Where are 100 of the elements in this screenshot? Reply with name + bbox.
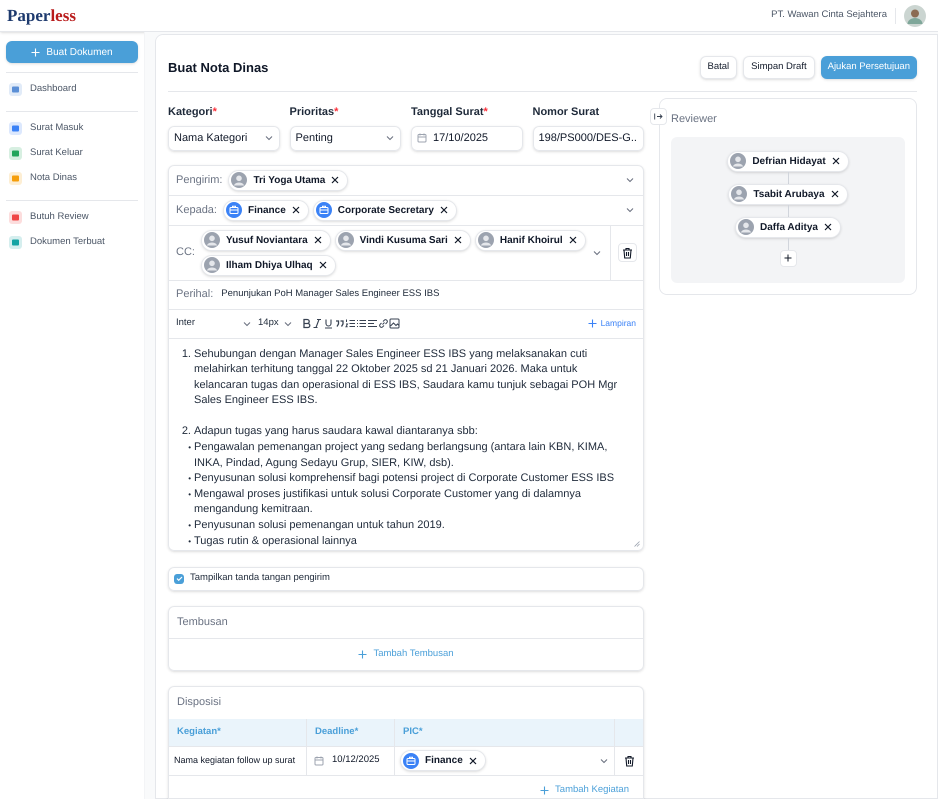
bullet-item: Tugas rutin & operasional lainnya: [193, 534, 358, 549]
person-chip[interactable]: Tri Yoga Utama: [228, 170, 348, 190]
image-icon[interactable]: [388, 318, 400, 329]
column-header: PIC*: [395, 718, 615, 746]
checkbox[interactable]: [174, 574, 184, 584]
plus-icon: [358, 650, 368, 658]
collapse-button[interactable]: [650, 108, 667, 125]
menu-icon: [9, 211, 22, 224]
numbered-list-icon[interactable]: [344, 318, 356, 329]
input-field[interactable]: 198/PS000/DES-G...: [532, 126, 644, 150]
dropdown-field[interactable]: Nama Kategori: [168, 126, 280, 150]
remove-icon[interactable]: [824, 223, 832, 231]
remove-icon[interactable]: [440, 206, 448, 214]
avatar-icon: [204, 257, 220, 273]
trash-icon: [622, 246, 632, 258]
sidebar-item[interactable]: Dashboard: [6, 77, 138, 102]
recipient-label: Pengirim:: [176, 172, 222, 188]
sidebar-item[interactable]: Nota Dinas: [6, 166, 138, 191]
remove-icon[interactable]: [454, 236, 462, 244]
person-chip[interactable]: Defrian Hidayat: [727, 150, 849, 172]
user-avatar-icon[interactable]: [904, 4, 926, 26]
section-title: Disposisi: [176, 695, 222, 710]
list-bullet: •: [187, 536, 191, 548]
remove-icon[interactable]: [830, 190, 839, 198]
font-dropdown[interactable]: Inter: [176, 316, 252, 331]
font-size-dropdown[interactable]: 14px: [258, 316, 293, 331]
calendar-icon: [314, 756, 324, 766]
company-name: PT. Wawan Cinta Sejahtera: [771, 8, 887, 22]
remove-icon[interactable]: [318, 261, 327, 269]
avatar-icon: [738, 219, 754, 235]
plus-icon: [784, 254, 792, 262]
remove-icon[interactable]: [468, 756, 477, 764]
plus-icon: [540, 786, 550, 795]
delete-icon[interactable]: [624, 754, 634, 766]
remove-icon[interactable]: [331, 176, 340, 184]
avatar-icon: [730, 153, 746, 169]
subject-field[interactable]: Penunjukan PoH Manager Sales Engineer ESS IBS: [221, 287, 440, 302]
bold-icon[interactable]: [300, 318, 312, 329]
date-field[interactable]: 17/10/2025: [411, 126, 522, 150]
sidebar-item[interactable]: Surat Masuk: [6, 116, 138, 141]
column-header: Kegiatan*: [169, 718, 307, 746]
unit-chip[interactable]: Corporate Secretary: [312, 200, 457, 220]
secondary-button[interactable]: Batal: [700, 56, 738, 79]
deadline-field[interactable]: 10/12/2025: [307, 746, 395, 774]
remove-icon[interactable]: [314, 236, 322, 244]
activity-field[interactable]: Nama kegiatan follow up surat: [174, 754, 296, 767]
list-number: 1.: [180, 346, 191, 362]
delete-button[interactable]: [618, 243, 636, 262]
person-chip[interactable]: Tsabit Arubaya: [728, 184, 848, 204]
pic-dropdown[interactable]: Finance: [395, 746, 615, 774]
column-header: Deadline*: [307, 718, 395, 746]
building-icon: [316, 202, 332, 218]
menu-icon: [9, 172, 22, 185]
list-bullet: •: [187, 520, 191, 532]
calendar-icon: [417, 133, 427, 143]
menu-icon: [9, 147, 22, 160]
menu-icon: [9, 122, 22, 135]
person-chip[interactable]: Vindi Kusuma Sari: [334, 230, 471, 250]
italic-icon[interactable]: [312, 318, 323, 329]
quote-icon[interactable]: [334, 318, 345, 329]
attachment-button[interactable]: Lampiran: [588, 317, 636, 330]
list-bullet: •: [187, 488, 191, 501]
sidebar-item[interactable]: Dokumen Terbuat: [6, 230, 138, 255]
sidebar-item[interactable]: Surat Keluar: [6, 141, 138, 166]
remove-icon[interactable]: [568, 236, 577, 244]
sidebar-toggle-icon: [654, 113, 663, 120]
bullet-item: Penyusunan solusi komprehensif bagi potensi project di Corporate Customer ESS IBS: [193, 471, 616, 486]
align-left-icon[interactable]: [366, 318, 378, 329]
add-reviewer-button[interactable]: [780, 250, 796, 266]
dropdown-field[interactable]: Penting: [290, 126, 401, 150]
avatar-icon: [478, 232, 494, 248]
link-icon[interactable]: [378, 318, 389, 329]
list-bullet: •: [187, 442, 191, 454]
bullet-item: Pengawalan pemenangan project yang sedang berlangsung (antara lain KBN, KIMA, INKA, Pindad, Agung Sedayu Grup, SIER, KIW, dsb).: [193, 440, 608, 471]
person-chip[interactable]: Ilham Dhiya Ulhaq: [200, 254, 336, 276]
secondary-button[interactable]: Simpan Draft: [743, 56, 815, 79]
chevron-down-icon[interactable]: [625, 175, 635, 185]
section-title: Tembusan: [169, 606, 643, 638]
chevron-down-icon: [264, 133, 274, 143]
person-chip[interactable]: Yusuf Noviantara: [200, 230, 331, 250]
list-number: 2.: [180, 424, 191, 440]
logo: Paperless: [7, 7, 76, 24]
unit-chip[interactable]: Finance: [222, 200, 309, 220]
field-label: Tanggal Surat*: [411, 105, 489, 120]
sidebar-item[interactable]: Butuh Review: [6, 205, 138, 230]
unit-chip[interactable]: Finance: [400, 750, 486, 771]
avatar-icon: [731, 186, 748, 202]
menu-icon: [9, 83, 22, 96]
underline-icon[interactable]: [322, 318, 334, 329]
remove-icon[interactable]: [292, 206, 300, 214]
chevron-down-icon[interactable]: [625, 205, 635, 215]
bullet-item: Mengawal proses justifikasi untuk solusi Corporate Customer yang di dalamnya mengandung kemitraan.: [193, 486, 582, 518]
resize-handle-icon[interactable]: [634, 540, 640, 546]
remove-icon[interactable]: [832, 157, 840, 165]
reviewer-title: Reviewer: [671, 112, 717, 127]
person-chip[interactable]: Hanif Khoirul: [474, 230, 586, 250]
person-chip[interactable]: Daffa Aditya: [735, 216, 841, 238]
bullet-list-icon[interactable]: [356, 318, 367, 329]
bullet-item: Penyusunan solusi pemenangan untuk tahun 2019.: [193, 518, 446, 534]
plus-icon: [31, 48, 40, 56]
